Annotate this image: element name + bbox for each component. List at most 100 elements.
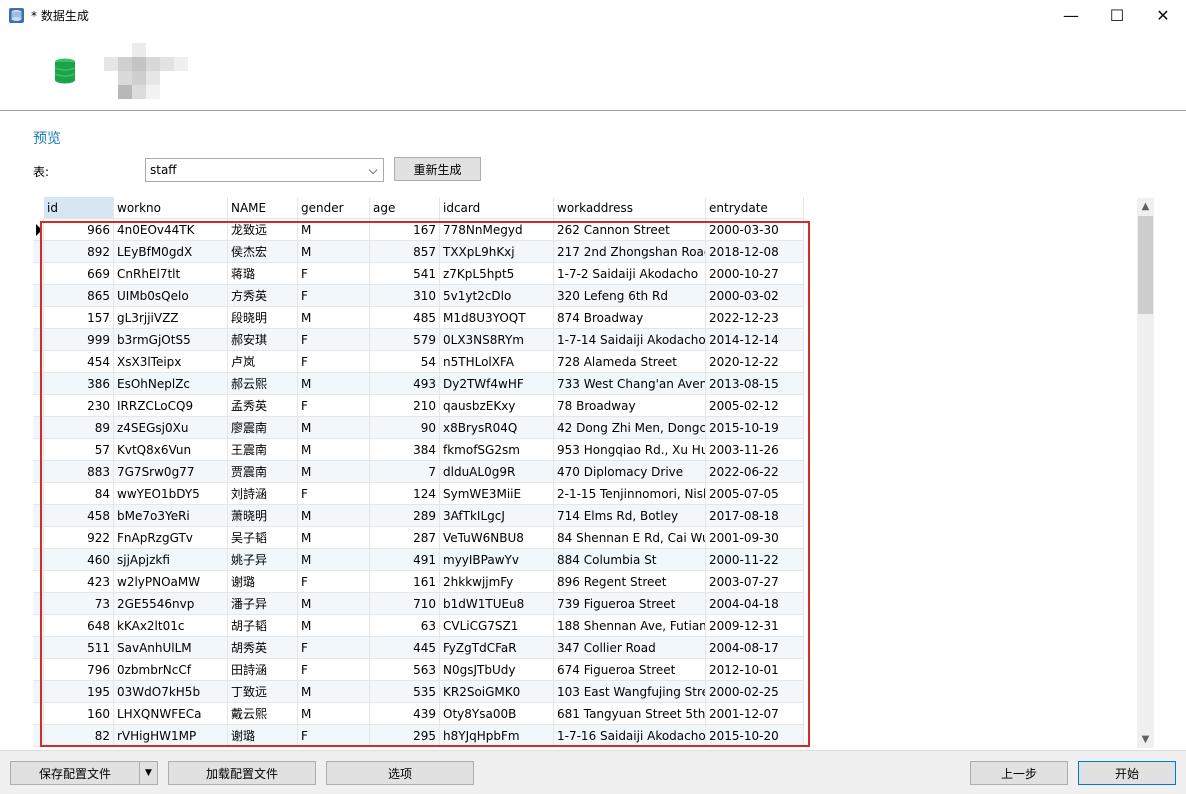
row-selector[interactable] [33,461,44,483]
cell-name[interactable]: 胡秀英 [228,637,298,659]
cell-gender[interactable]: M [298,527,370,549]
cell-workno[interactable]: wwYEO1bDY5 [114,483,228,505]
cell-name[interactable]: 郝安琪 [228,329,298,351]
row-selector[interactable] [33,373,44,395]
table-row[interactable]: 999 b3rmGjOtS5 郝安琪 F 579 0LX3NS8RYm 1-7-14 Sai… [33,329,804,351]
cell-workno[interactable]: SavAnhUlLM [114,637,228,659]
cell-gender[interactable]: F [298,329,370,351]
cell-age[interactable]: 287 [370,527,440,549]
cell-gender[interactable]: M [298,461,370,483]
close-button[interactable]: ✕ [1140,0,1186,31]
vertical-scrollbar[interactable]: ▲ ▼ [1137,198,1154,748]
cell-gender[interactable]: F [298,659,370,681]
cell-age[interactable]: 7 [370,461,440,483]
prev-button[interactable]: 上一步 [970,761,1068,785]
table-row[interactable]: 57 KvtQ8x6Vun 王震南 M 384 fkmofSG2sm 953 Hongqia… [33,439,804,461]
scroll-up-icon[interactable]: ▲ [1137,198,1154,215]
cell-workaddress[interactable]: 681 Tangyuan Street 5th Alley [554,703,706,725]
row-selector[interactable] [33,571,44,593]
cell-workaddress[interactable]: 188 Shennan Ave, Futian District [554,615,706,637]
minimize-button[interactable]: — [1048,0,1094,31]
cell-idcard[interactable]: 778NnMegyd [440,219,554,241]
cell-idcard[interactable]: TXXpL9hKxj [440,241,554,263]
table-select[interactable]: staff ⌵ [145,158,384,182]
cell-name[interactable]: 丁致远 [228,681,298,703]
cell-gender[interactable]: M [298,417,370,439]
cell-age[interactable]: 535 [370,681,440,703]
cell-workno[interactable]: LEyBfM0gdX [114,241,228,263]
cell-workaddress[interactable]: 874 Broadway [554,307,706,329]
cell-workno[interactable]: 7G7Srw0g77 [114,461,228,483]
cell-gender[interactable]: F [298,285,370,307]
column-header-id[interactable]: id [44,197,114,219]
cell-name[interactable]: 贾震南 [228,461,298,483]
cell-workno[interactable]: 4n0EOv44TK [114,219,228,241]
table-row[interactable]: 511 SavAnhUlLM 胡秀英 F 445 FyZgTdCFaR 347 Collie… [33,637,804,659]
table-row[interactable]: 922 FnApRzgGTv 吴子韬 M 287 VeTuW6NBU8 84 Shennan… [33,527,804,549]
cell-gender[interactable]: F [298,571,370,593]
cell-gender[interactable]: F [298,395,370,417]
row-selector[interactable] [33,703,44,725]
cell-gender[interactable]: F [298,725,370,747]
cell-workaddress[interactable]: 1-7-14 Saidaiji Akodacho [554,329,706,351]
cell-workaddress[interactable]: 739 Figueroa Street [554,593,706,615]
cell-workaddress[interactable]: 103 East Wangfujing Street [554,681,706,703]
table-row[interactable]: 454 XsX3lTeipx 卢岚 F 54 n5THLolXFA 728 Alameda … [33,351,804,373]
cell-id[interactable]: 922 [44,527,114,549]
cell-gender[interactable]: M [298,241,370,263]
column-header-idcard[interactable]: idcard [440,197,554,219]
cell-gender[interactable]: M [298,681,370,703]
row-selector[interactable] [33,351,44,373]
cell-age[interactable]: 579 [370,329,440,351]
column-header-gender[interactable]: gender [298,197,370,219]
cell-id[interactable]: 73 [44,593,114,615]
cell-entrydate[interactable]: 2015-10-20 [706,725,804,747]
cell-id[interactable]: 82 [44,725,114,747]
cell-name[interactable]: 方秀英 [228,285,298,307]
cell-id[interactable]: 966 [44,219,114,241]
cell-name[interactable]: 郝云熙 [228,373,298,395]
cell-name[interactable]: 谢璐 [228,725,298,747]
cell-workaddress[interactable]: 1-7-2 Saidaiji Akodacho [554,263,706,285]
cell-workaddress[interactable]: 953 Hongqiao Rd., Xu Hui [554,439,706,461]
table-row[interactable]: 82 rVHigHW1MP 谢璐 F 295 h8YJqHpbFm 1-7-16 Saida… [33,725,804,747]
cell-id[interactable]: 648 [44,615,114,637]
cell-workno[interactable]: XsX3lTeipx [114,351,228,373]
cell-idcard[interactable]: x8BrysR04Q [440,417,554,439]
cell-id[interactable]: 157 [44,307,114,329]
maximize-button[interactable]: ☐ [1094,0,1140,31]
cell-workno[interactable]: FnApRzgGTv [114,527,228,549]
cell-age[interactable]: 161 [370,571,440,593]
cell-gender[interactable]: M [298,549,370,571]
row-selector[interactable] [33,241,44,263]
cell-age[interactable]: 295 [370,725,440,747]
cell-workaddress[interactable]: 714 Elms Rd, Botley [554,505,706,527]
cell-workaddress[interactable]: 42 Dong Zhi Men, Dongcheng [554,417,706,439]
cell-entrydate[interactable]: 2000-03-30 [706,219,804,241]
row-selector[interactable] [33,263,44,285]
cell-id[interactable]: 195 [44,681,114,703]
cell-name[interactable]: 谢璐 [228,571,298,593]
cell-age[interactable]: 90 [370,417,440,439]
cell-entrydate[interactable]: 2005-07-05 [706,483,804,505]
cell-id[interactable]: 892 [44,241,114,263]
cell-idcard[interactable]: CVLiCG7SZ1 [440,615,554,637]
cell-idcard[interactable]: myyIBPawYv [440,549,554,571]
cell-entrydate[interactable]: 2003-07-27 [706,571,804,593]
cell-name[interactable]: 田詩涵 [228,659,298,681]
cell-entrydate[interactable]: 2001-09-30 [706,527,804,549]
row-selector[interactable] [33,439,44,461]
cell-entrydate[interactable]: 2004-04-18 [706,593,804,615]
cell-entrydate[interactable]: 2020-12-22 [706,351,804,373]
cell-workno[interactable]: CnRhEl7tlt [114,263,228,285]
cell-name[interactable]: 侯杰宏 [228,241,298,263]
cell-gender[interactable]: M [298,593,370,615]
row-selector[interactable] [33,219,44,241]
cell-workaddress[interactable]: 2-1-15 Tenjinnomori, Nishi [554,483,706,505]
cell-workno[interactable]: z4SEGsj0Xu [114,417,228,439]
cell-idcard[interactable]: b1dW1TUEu8 [440,593,554,615]
cell-workno[interactable]: KvtQ8x6Vun [114,439,228,461]
table-row[interactable]: 195 03WdO7kH5b 丁致远 M 535 KR2SoiGMK0 103 East W… [33,681,804,703]
cell-workno[interactable]: kKAx2lt01c [114,615,228,637]
cell-workaddress[interactable]: 1-7-16 Saidaiji Akodacho [554,725,706,747]
